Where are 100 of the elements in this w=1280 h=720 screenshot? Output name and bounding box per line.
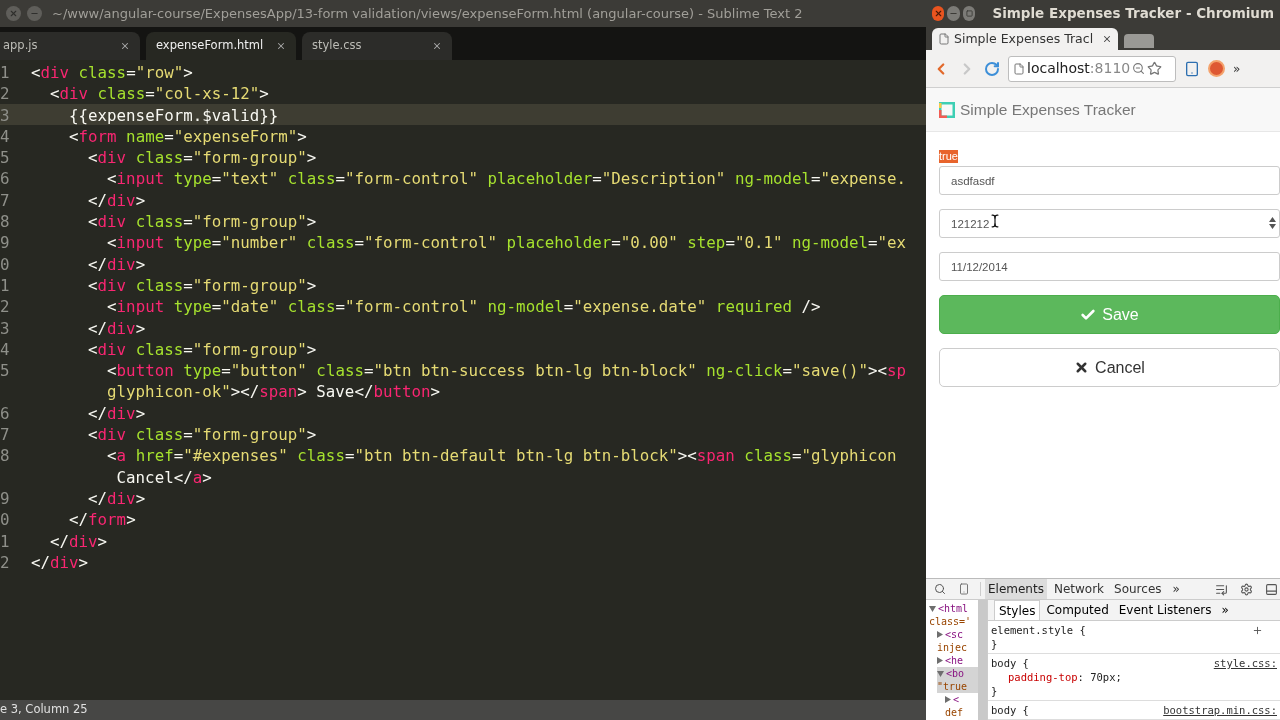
device-icon[interactable] <box>958 583 970 595</box>
code-line: <div class="form-group"> <box>87 338 318 360</box>
line-number: 1 <box>0 530 11 551</box>
dom-node[interactable]: < <box>945 693 978 706</box>
line-number: 2 <box>0 551 11 573</box>
code-line: </div> <box>87 402 147 424</box>
code-line: Cancel</a> <box>115 466 213 487</box>
css-selector: body { <box>991 703 1029 717</box>
dom-node[interactable]: <bo <box>937 667 978 680</box>
close-icon[interactable] <box>1102 34 1112 44</box>
tablet-icon[interactable] <box>1184 60 1200 77</box>
status-text: e 3, Column 25 <box>0 701 88 719</box>
line-number: 6 <box>0 168 11 189</box>
dom-text: class=' <box>929 615 973 628</box>
browser-tab[interactable]: Simple Expenses Tracl <box>932 28 1118 50</box>
more-subtabs[interactable]: » <box>1221 600 1229 620</box>
editor-tab[interactable]: expenseForm.html <box>146 32 296 60</box>
line-number: 5 <box>0 147 11 168</box>
expanded-triangle-icon[interactable] <box>937 670 944 677</box>
collapsed-triangle-icon[interactable] <box>945 696 951 703</box>
styles-subtab[interactable]: Styles <box>994 600 1041 620</box>
number-field[interactable]: 121212 <box>939 209 1280 238</box>
code-line: <button type="button" class="btn btn-success btn-lg btn-block" ng-click="save()"><sp <box>106 360 908 381</box>
add-rule-icon[interactable] <box>1252 624 1263 636</box>
collapsed-triangle-icon[interactable] <box>937 631 943 638</box>
collapsed-triangle-icon[interactable] <box>937 657 943 664</box>
code-line: </div> <box>87 189 147 211</box>
close-icon[interactable] <box>276 41 286 51</box>
line-number: 1 <box>0 274 11 296</box>
styles-subtab[interactable]: Event Listeners <box>1114 600 1216 620</box>
css-selector: body { <box>991 656 1029 670</box>
zoom-icon[interactable] <box>1132 62 1146 75</box>
line-number: 0 <box>0 253 11 274</box>
dock-icon[interactable] <box>1265 582 1278 596</box>
dom-node[interactable]: <html <box>929 602 978 615</box>
code-line: </div> <box>31 551 90 573</box>
logo-icon <box>939 101 955 118</box>
maximize-icon <box>965 10 973 17</box>
code-line: <input type="date" class="form-control" ng-model="expense.date" required /> <box>106 296 822 317</box>
line-number: 7 <box>0 424 11 445</box>
line-number: 6 <box>0 402 11 424</box>
dom-text: injec <box>937 641 969 654</box>
line-number: 3 <box>0 317 11 338</box>
styles-subtab[interactable]: Computed <box>1042 600 1113 620</box>
dom-text: def <box>945 706 965 719</box>
cancel-button[interactable]: Cancel <box>939 348 1280 387</box>
date-field[interactable]: 11/12/2014 <box>939 252 1280 281</box>
code-line: <a href="#expenses" class="btn btn-default btn-lg btn-block"><span class="glyphicon <box>106 445 898 466</box>
scrollbar[interactable] <box>978 600 987 720</box>
editor-tab[interactable]: app.js <box>0 32 140 60</box>
maximize-button[interactable] <box>962 6 976 21</box>
close-button[interactable] <box>932 6 945 21</box>
editor-tab[interactable]: style.css <box>302 32 452 60</box>
line-number: 3 <box>0 103 31 125</box>
code-line: <div class="form-group"> <box>87 274 318 296</box>
page-icon <box>1013 62 1025 75</box>
code-line: <div class="form-group"> <box>87 211 318 232</box>
dom-node[interactable]: <he <box>937 654 978 667</box>
closing-brace: } <box>991 637 999 651</box>
more-extensions[interactable]: » <box>1233 59 1241 78</box>
line-number: 2 <box>0 296 11 317</box>
dom-node[interactable]: <sc <box>937 628 978 641</box>
source-link[interactable]: style.css: <box>1213 656 1277 670</box>
text-field[interactable]: asdfasdf <box>939 166 1280 195</box>
search-icon[interactable] <box>934 583 946 595</box>
code-line: <input type="number" class="form-control" placeholder="0.00" step="0.1" ng-model="ex <box>106 232 908 253</box>
devtools-tab[interactable]: Network <box>1050 579 1108 599</box>
bookmark-star-icon[interactable] <box>1147 61 1163 76</box>
code-line: </div> <box>87 487 147 509</box>
minimize-button[interactable] <box>947 6 960 21</box>
code-line: <form name="expenseForm"> <box>68 125 308 147</box>
line-number: 4 <box>0 125 11 147</box>
extension-icon[interactable] <box>1208 60 1225 77</box>
reload-button[interactable] <box>984 60 1000 77</box>
line-number: 9 <box>0 232 11 253</box>
line-number: 1 <box>0 62 11 83</box>
code-line: </form> <box>68 509 137 530</box>
css-selector: element.style { <box>991 623 1086 637</box>
address-bar[interactable]: localhost:8110 <box>1008 55 1176 82</box>
expanded-triangle-icon[interactable] <box>929 605 936 612</box>
close-icon[interactable] <box>120 41 130 51</box>
brand-link[interactable]: Simple Expenses Tracker <box>960 97 1136 122</box>
source-link[interactable]: bootstrap.min.css: <box>1163 703 1277 717</box>
url-text: localhost:8110 <box>1027 59 1131 78</box>
code-line: glyphicon-ok"></span> Save</button> <box>107 381 441 402</box>
devtools-tab[interactable]: Elements <box>985 579 1047 599</box>
line-number: 7 <box>0 189 11 211</box>
closing-brace: } <box>991 684 999 698</box>
more-tabs[interactable]: » <box>1172 580 1180 598</box>
devtools-tab[interactable]: Sources <box>1111 579 1165 599</box>
code-line: <div class="row"> <box>31 62 194 83</box>
line-number: 5 <box>0 360 11 381</box>
settings-icon[interactable] <box>1240 582 1253 596</box>
spinner-icon[interactable] <box>1269 217 1276 229</box>
line-number: 8 <box>0 445 11 466</box>
line-number: 0 <box>0 509 11 530</box>
window-title: Simple Expenses Tracker - Chromium <box>992 4 1274 24</box>
line-number: 9 <box>0 487 11 509</box>
close-icon[interactable] <box>432 41 442 51</box>
console-icon[interactable] <box>1215 582 1228 596</box>
